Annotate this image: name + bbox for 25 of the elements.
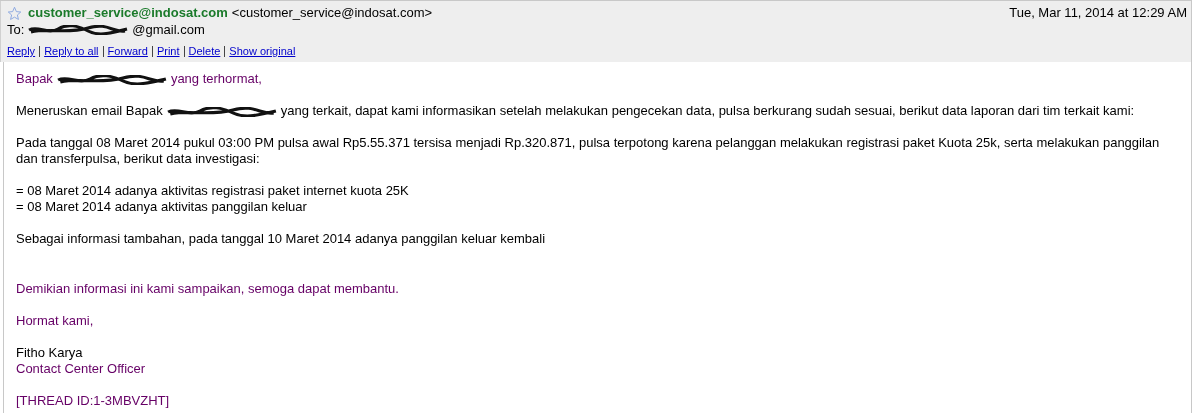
action-link[interactable]: Print — [156, 44, 180, 58]
body-text: = 08 Maret 2014 adanya aktivitas registrasi paket internet kuota 25K — [16, 183, 409, 198]
body-text: Pada tanggal 08 Maret 2014 pukul 03:00 PM pulsa awal Rp5.55.371 tersisa menjadi Rp.320.871, pulsa terpotong karena pelanggan melakukan registrasi paket Kuota 25k, serta melakukan panggilan dan transferpulsa, berikut data investigasi: — [16, 135, 1160, 166]
action-link[interactable]: Reply to all — [44, 44, 99, 58]
action-link[interactable]: Show original — [229, 44, 296, 58]
action-link[interactable]: Forward — [107, 44, 148, 58]
body-text: [THREAD ID:1-3MBVZHT] — [16, 393, 170, 408]
body-text: Bapak — [16, 71, 53, 86]
body-text: = 08 Maret 2014 adanya aktivitas panggilan keluar — [16, 199, 307, 214]
body-text: Contact Center Officer — [16, 361, 146, 376]
body-text: yang terkait, dapat kami informasikan setelah melakukan pengecekan data, pulsa berkurang sudah sesuai, berikut data laporan dari tim terkait kami: — [280, 103, 1135, 118]
recipient-address: @gmail.com — [132, 22, 205, 38]
message-date: Tue, Mar 11, 2014 at 12:29 AM — [1009, 5, 1187, 21]
body-text: Sebagai informasi tambahan, pada tanggal 10 Maret 2014 adanya panggilan keluar kembali — [16, 231, 546, 246]
body-text: Meneruskan email Bapak — [16, 103, 163, 118]
sender-address: <customer_service@indosat.com> — [231, 5, 433, 21]
action-link[interactable]: Reply — [7, 44, 36, 58]
sender-name: customer_service@indosat.com — [28, 5, 228, 21]
action-link[interactable]: Delete — [188, 44, 221, 58]
body-text: Fitho Karya — [16, 345, 83, 360]
star-icon[interactable] — [7, 5, 22, 21]
to-label: To: — [7, 22, 25, 38]
body-text: yang terhormat, — [170, 71, 262, 86]
body-text: Demikian informasi ini kami sampaikan, semoga dapat membantu. — [16, 281, 399, 296]
body-text: Hormat kami, — [16, 313, 94, 328]
